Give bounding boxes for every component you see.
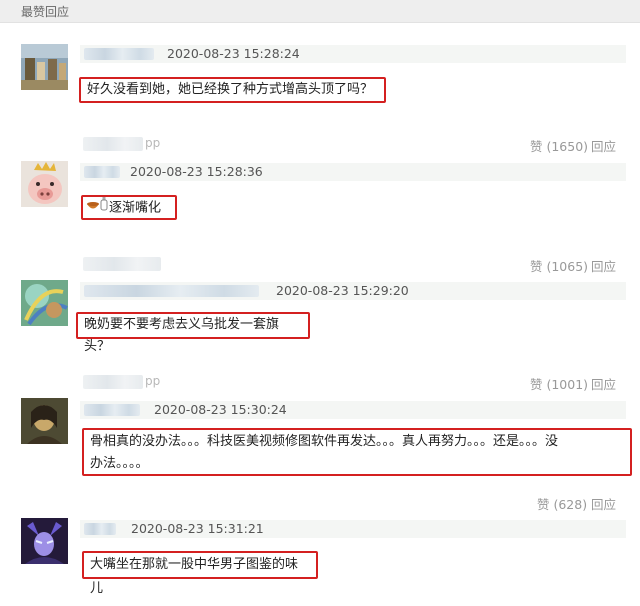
like-button[interactable]: 赞 (1065) [530,256,588,275]
reply-name-redacted [83,375,143,389]
reply-button[interactable]: 回应 [591,494,616,513]
reply-name-tail: pp [145,374,161,388]
timestamp: 2020-08-23 15:30:24 [154,402,287,417]
avatar[interactable] [21,280,68,326]
section-title: 最赞回应 [21,5,70,19]
username-redacted[interactable] [84,285,259,297]
section-header: 最赞回应 [0,0,640,23]
timestamp: 2020-08-23 15:28:24 [167,46,300,61]
reply-name-tail: pp [145,136,161,150]
avatar[interactable] [21,161,68,207]
like-button[interactable]: 赞 (1650) [530,136,588,155]
bowl-icon [86,197,100,219]
reply-name-redacted [83,137,143,151]
reply-name-redacted [83,257,161,271]
username-redacted[interactable] [84,523,116,535]
like-button[interactable]: 赞 (1001) [530,374,588,393]
comment-meta: 2020-08-23 15:28:24 [80,45,626,63]
timestamp: 2020-08-23 15:29:20 [276,283,409,298]
comment-content: 晚奶要不要考虑去义乌批发一套旗头？ [76,312,310,354]
comment-text-line: 骨相真的没办法。。。科技医美视频修图软件再发达。。。真人再努力。。。还是。。。没 [90,434,559,449]
username-redacted[interactable] [84,404,140,416]
comment-actions: pp 赞 (1001) 回应 [0,374,640,392]
comment-meta: 2020-08-23 15:29:20 [80,282,626,300]
comment-actions: 赞 (1065) 回应 [0,256,640,274]
comment-text: 逐渐嘴化 [109,200,162,216]
bottle-icon [100,197,108,219]
comment-text: 好久没看到她，她已经换了种方式增高头顶了吗？ [87,82,374,97]
like-button[interactable]: 赞 (628) [537,494,587,513]
comment-text: 大嘴坐在那就一股中华男子图鉴的味儿 [90,557,299,596]
comment-meta: 2020-08-23 15:31:21 [80,520,626,538]
comment-content: 逐渐嘴化 [81,195,177,220]
comment-meta: 2020-08-23 15:30:24 [80,401,626,419]
comment-meta: 2020-08-23 15:28:36 [80,163,626,181]
avatar[interactable] [21,398,68,444]
username-redacted[interactable] [84,48,154,60]
reply-button[interactable]: 回应 [591,256,616,275]
comment-content: 骨相真的没办法。。。科技医美视频修图软件再发达。。。真人再努力。。。还是。。。没… [82,428,632,476]
comment-text: 晚奶要不要考虑去义乌批发一套旗头？ [84,317,280,354]
comment-content: 好久没看到她，她已经换了种方式增高头顶了吗？ [79,77,386,103]
timestamp: 2020-08-23 15:28:36 [130,164,263,179]
reply-button[interactable]: 回应 [591,136,616,155]
comment-text-line: 办法。。。。 [90,456,149,471]
username-redacted[interactable] [84,166,120,178]
reply-button[interactable]: 回应 [591,374,616,393]
comment-actions: 赞 (628) 回应 [0,494,640,512]
comment-actions: pp 赞 (1650) 回应 [0,136,640,154]
comment-content: 大嘴坐在那就一股中华男子图鉴的味儿 [82,551,318,596]
avatar[interactable] [21,518,68,564]
timestamp: 2020-08-23 15:31:21 [131,521,264,536]
avatar[interactable] [21,44,68,90]
